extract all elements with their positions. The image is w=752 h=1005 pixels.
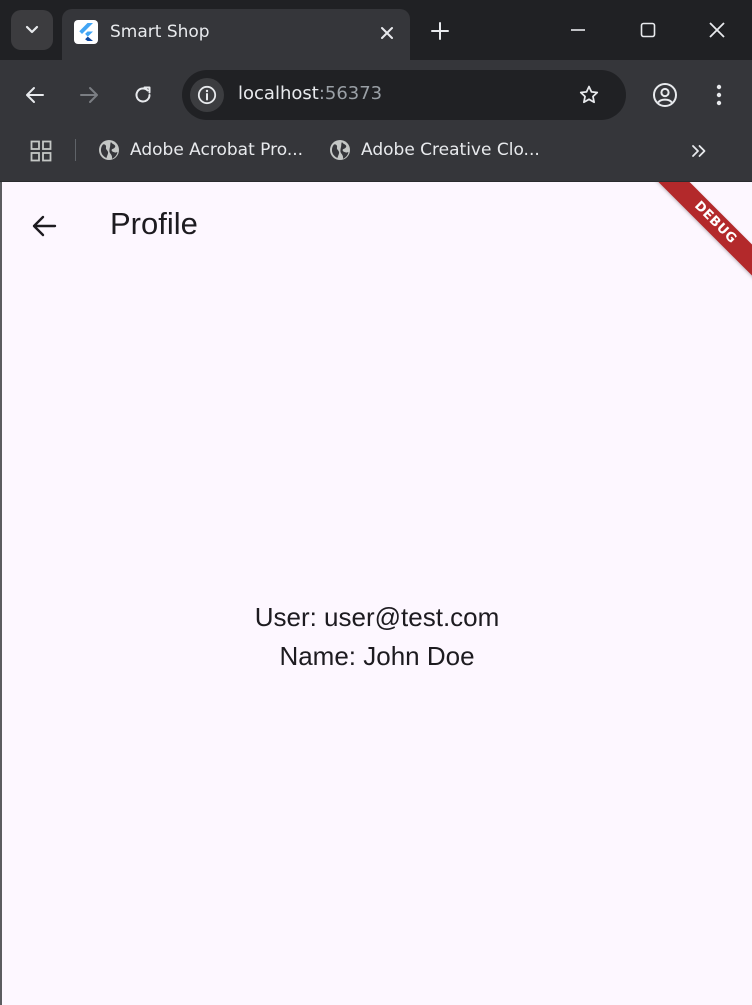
bookmarks-overflow-button[interactable] xyxy=(686,138,712,164)
window-maximize-button[interactable] xyxy=(628,10,668,50)
profile-user-email: User: user@test.com xyxy=(254,602,500,632)
more-vert-icon xyxy=(716,84,722,106)
arrow-left-icon xyxy=(26,87,44,103)
bookmark-item[interactable]: Adobe Acrobat Pro... xyxy=(98,134,303,166)
chevron-down-icon xyxy=(25,25,39,35)
url-port: :56373 xyxy=(318,83,383,104)
tab-close-button[interactable] xyxy=(374,20,400,46)
app-page: Profile User: user@test.com Name: John D… xyxy=(2,182,752,1005)
apps-grid-icon xyxy=(30,140,52,162)
window-close-button[interactable] xyxy=(697,10,737,50)
close-icon xyxy=(381,27,393,39)
browser-menu-button[interactable] xyxy=(702,77,736,113)
profile-user-name: Name: John Doe xyxy=(279,641,475,671)
arrow-right-icon xyxy=(80,87,98,103)
debug-banner: DEBUG xyxy=(654,182,752,284)
globe-icon xyxy=(99,140,119,160)
double-chevron-right-icon xyxy=(692,145,706,157)
profile-info: User: user@test.com Name: John Doe xyxy=(2,598,752,676)
page-title: Profile xyxy=(110,206,198,241)
new-tab-button[interactable] xyxy=(424,15,456,47)
url-host: localhost xyxy=(238,83,319,104)
bookmark-item[interactable]: Adobe Creative Clo... xyxy=(329,134,540,166)
reload-button[interactable] xyxy=(125,77,161,113)
window-minimize-button[interactable] xyxy=(558,10,598,50)
minimize-icon xyxy=(571,29,585,31)
close-icon xyxy=(709,22,725,38)
apps-button[interactable] xyxy=(28,138,54,164)
tab-title: Smart Shop xyxy=(110,22,210,42)
arrow-left-icon xyxy=(32,215,57,237)
bookmark-label: Adobe Creative Clo... xyxy=(361,140,540,160)
flutter-logo-icon xyxy=(74,20,98,44)
maximize-icon xyxy=(640,22,656,38)
tab-search-button[interactable] xyxy=(11,10,53,50)
appbar-back-button[interactable] xyxy=(22,204,66,248)
browser-toolbar: localhost:56373 xyxy=(0,60,752,130)
address-bar[interactable]: localhost:56373 xyxy=(182,70,626,120)
bookmarks-bar: Adobe Acrobat Pro... Adobe Creative Clo.… xyxy=(0,130,752,182)
site-info-button[interactable] xyxy=(190,78,224,112)
globe-icon xyxy=(330,140,350,160)
bookmarks-separator xyxy=(75,139,76,161)
account-circle-icon xyxy=(653,83,677,107)
browser-tab-active[interactable]: Smart Shop xyxy=(62,9,410,60)
back-button[interactable] xyxy=(17,77,53,113)
bookmark-star-button[interactable] xyxy=(576,82,602,108)
forward-button[interactable] xyxy=(71,77,107,113)
browser-title-bar: Smart Shop xyxy=(0,0,752,60)
bookmark-label: Adobe Acrobat Pro... xyxy=(130,140,304,160)
plus-icon xyxy=(431,22,449,40)
star-outline-icon xyxy=(579,85,599,104)
url-text[interactable]: localhost:56373 xyxy=(238,83,382,104)
reload-icon xyxy=(135,86,151,103)
profile-button[interactable] xyxy=(647,77,683,113)
info-icon xyxy=(197,85,217,105)
